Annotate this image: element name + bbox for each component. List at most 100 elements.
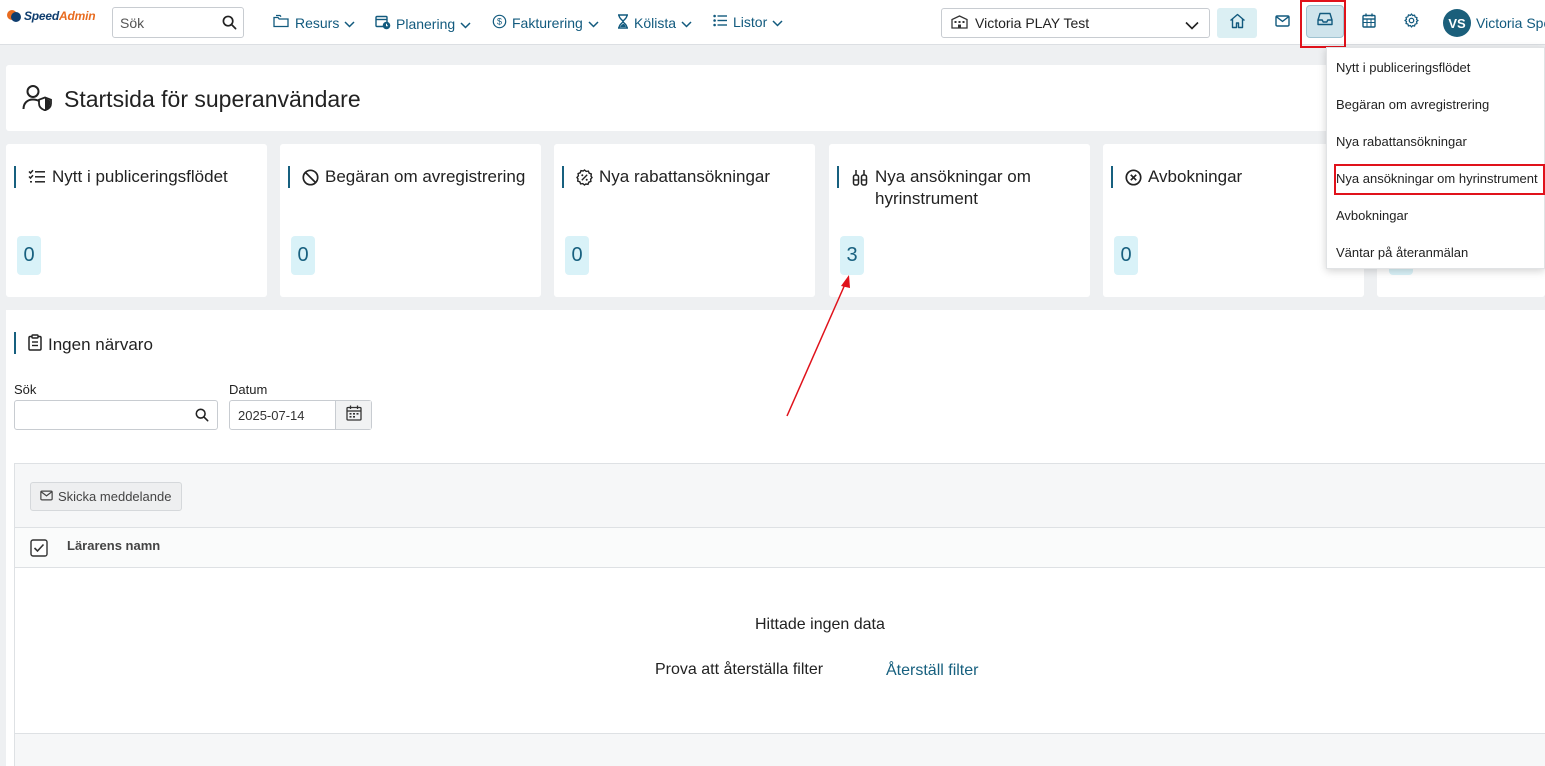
card-title: Avbokningar [1125, 166, 1355, 192]
avatar[interactable]: VS [1443, 9, 1471, 37]
logo-icon [7, 9, 21, 23]
card-rental-instrument-applications[interactable]: Nya ansökningar om hyrinstrument 3 [829, 144, 1090, 297]
nav-listor-label: Listor [733, 14, 768, 30]
list-icon [713, 14, 728, 30]
date-input[interactable] [230, 401, 334, 429]
card-title-label: Avbokningar [1148, 167, 1243, 186]
card-title: Begäran om avregistrering [302, 166, 532, 192]
empty-state-hint: Prova att återställa filter [655, 661, 824, 678]
card-cancellations[interactable]: Avbokningar 0 [1103, 144, 1364, 297]
nav-kolista-label: Kölista [634, 15, 677, 31]
folders-icon [273, 14, 290, 31]
settings-button[interactable] [1391, 8, 1431, 38]
dollar-circle-icon: $ [492, 14, 507, 32]
send-message-button[interactable]: Skicka meddelande [30, 482, 183, 511]
card-title-label: Nya rabattansökningar [599, 167, 771, 186]
user-shield-icon [22, 84, 53, 116]
attendance-search-field[interactable] [14, 400, 218, 430]
speedadmin-logo[interactable]: SpeedAdmin [7, 8, 96, 24]
checklist-icon [28, 166, 46, 190]
page-header: Startsida för superanvändare [6, 65, 1545, 131]
nav-resurs-label: Resurs [295, 14, 340, 31]
menu-item-publication-feed[interactable]: Nytt i publiceringsflödet [1336, 60, 1470, 75]
grid-toolbar: Skicka meddelande [15, 464, 1545, 528]
panel-accent-bar [14, 332, 16, 354]
chevron-down-icon [344, 15, 355, 31]
card-accent-bar [14, 166, 16, 188]
card-accent-bar [288, 166, 290, 188]
reset-filter-link[interactable]: Återställ filter [886, 662, 978, 680]
card-count-badge: 0 [291, 236, 315, 275]
inbox-dropdown-menu: Nytt i publiceringsflödet Begäran om avr… [1326, 47, 1545, 269]
card-title-label: Nya ansökningar om hyrinstrument [875, 167, 1031, 208]
chevron-down-icon [1185, 17, 1199, 33]
card-title: Nytt i publiceringsflödet [28, 166, 258, 190]
card-count-badge: 0 [17, 236, 41, 275]
global-search-input[interactable] [113, 8, 213, 37]
column-header-teacher-name[interactable]: Lärarens namn [67, 538, 160, 553]
calendar-icon [345, 405, 362, 426]
date-label: Datum [229, 382, 268, 397]
grid-header-row: Lärarens namn [15, 528, 1545, 568]
card-publication-feed[interactable]: Nytt i publiceringsflödet 0 [6, 144, 267, 297]
top-navbar: SpeedAdmin Resurs Planering $ Fakturerin… [0, 0, 1545, 48]
gear-icon [1403, 13, 1419, 33]
date-picker[interactable] [229, 400, 372, 430]
messages-button[interactable] [1262, 8, 1302, 38]
discount-icon [576, 166, 593, 192]
hourglass-icon [617, 14, 629, 32]
search-icon[interactable] [222, 15, 237, 35]
card-discount-applications[interactable]: Nya rabattansökningar 0 [554, 144, 815, 297]
select-all-checkbox[interactable] [30, 539, 48, 562]
calendar-button[interactable] [1349, 8, 1389, 38]
nav-planering[interactable]: Planering [375, 14, 471, 33]
organization-select[interactable]: Victoria PLAY Test [941, 8, 1210, 38]
home-icon [1229, 13, 1246, 34]
card-title-label: Nytt i publiceringsflödet [52, 167, 228, 186]
mail-icon [40, 489, 53, 504]
home-button[interactable] [1217, 8, 1257, 38]
nav-fakturering[interactable]: $ Fakturering [492, 14, 599, 32]
building-icon [951, 14, 968, 32]
chevron-down-icon [588, 15, 599, 31]
user-name[interactable]: Victoria Spe [1476, 15, 1545, 31]
attendance-grid: Skicka meddelande Lärarens namn Hittade … [14, 463, 1545, 766]
card-accent-bar [1111, 166, 1113, 188]
menu-item-deregistration-requests[interactable]: Begäran om avregistrering [1336, 97, 1489, 112]
menu-item-awaiting-reregistration[interactable]: Väntar på återanmälan [1336, 245, 1468, 260]
card-accent-bar [562, 166, 564, 188]
instrument-icon [851, 166, 869, 193]
nav-resurs[interactable]: Resurs [273, 14, 355, 31]
date-picker-button[interactable] [335, 401, 371, 429]
attendance-search-input[interactable] [15, 401, 185, 429]
inbox-highlight-box [1300, 0, 1346, 48]
x-circle-icon [1125, 166, 1142, 192]
mail-icon [1274, 14, 1290, 32]
menu-item-discount-applications[interactable]: Nya rabattansökningar [1336, 134, 1467, 149]
search-label: Sök [14, 382, 37, 397]
card-title: Nya ansökningar om hyrinstrument [851, 166, 1081, 210]
nav-listor[interactable]: Listor [713, 14, 783, 30]
chevron-down-icon [681, 15, 692, 31]
no-attendance-panel: Ingen närvaro Sök Datum Skicka meddeland… [6, 310, 1545, 766]
card-count-badge: 3 [840, 236, 864, 275]
card-deregistration-requests[interactable]: Begäran om avregistrering 0 [280, 144, 541, 297]
empty-state-title: Hittade ingen data [755, 616, 885, 633]
nav-kolista[interactable]: Kölista [617, 14, 692, 32]
ban-icon [302, 166, 319, 192]
card-count-badge: 0 [565, 236, 589, 275]
card-accent-bar [837, 166, 839, 188]
card-title-label: Begäran om avregistrering [325, 167, 526, 186]
svg-text:$: $ [497, 17, 502, 27]
menu-item-cancellations[interactable]: Avbokningar [1336, 208, 1408, 223]
nav-planering-label: Planering [396, 15, 456, 32]
global-search[interactable] [112, 7, 244, 38]
chevron-down-icon [772, 14, 783, 30]
organization-select-value: Victoria PLAY Test [975, 15, 1090, 31]
grid-footer [15, 733, 1545, 766]
menu-item-highlight-box [1334, 164, 1545, 195]
search-icon[interactable] [195, 408, 209, 427]
send-message-label: Skicka meddelande [58, 489, 172, 504]
panel-title-label: Ingen närvaro [48, 335, 153, 354]
panel-title: Ingen närvaro [28, 334, 153, 356]
